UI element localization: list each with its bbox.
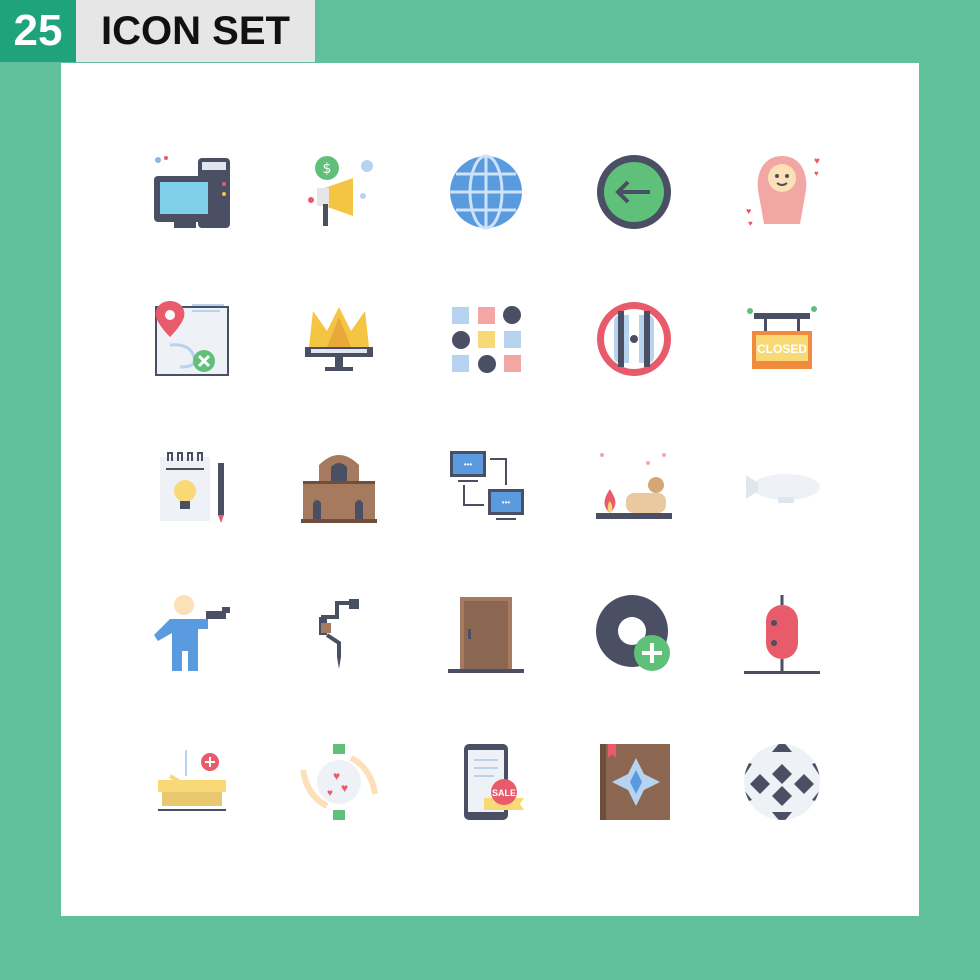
arrow-left-circle-icon	[592, 150, 676, 234]
football-ball-icon	[592, 297, 676, 381]
love-care-hands-icon: ♥ ♥ ♥	[297, 740, 381, 824]
svg-text:♥: ♥	[748, 219, 753, 228]
grid-layout-icon	[444, 297, 528, 381]
map-location-remove-icon	[150, 297, 234, 381]
hand-drill-icon	[297, 593, 381, 677]
page-title: ICON SET	[76, 0, 315, 62]
airship-icon	[740, 445, 824, 529]
svg-text:•••: •••	[502, 498, 511, 507]
computer-network-icon: ••• •••	[444, 445, 528, 529]
globe-icon	[444, 150, 528, 234]
marketing-megaphone-icon: $	[297, 150, 381, 234]
baby-icon: ♥ ♥ ♥ ♥	[740, 150, 824, 234]
closed-label: CLOSED	[757, 342, 807, 356]
svg-text:♥: ♥	[341, 781, 348, 795]
svg-text:♥: ♥	[814, 156, 820, 167]
hospital-bed-add-icon	[150, 740, 234, 824]
book-star-icon	[592, 740, 676, 824]
football-icon	[740, 740, 824, 824]
food-cooking-icon	[592, 445, 676, 529]
svg-text:♥: ♥	[327, 788, 333, 799]
closed-sign-icon: CLOSED	[740, 297, 824, 381]
door-icon	[444, 593, 528, 677]
mobile-sale-icon: SALE	[444, 740, 528, 824]
add-tyre-icon	[592, 593, 676, 677]
crown-monitor-icon	[297, 297, 381, 381]
cash-register-icon	[150, 150, 234, 234]
idea-notebook-icon	[150, 445, 234, 529]
sale-label: SALE	[492, 788, 516, 798]
count-badge: 25	[0, 0, 76, 62]
svg-text:♥: ♥	[746, 206, 751, 216]
man-pointing-icon	[150, 593, 234, 677]
svg-text:♥: ♥	[814, 169, 819, 178]
punching-bag-icon	[740, 593, 824, 677]
svg-text:•••: •••	[464, 460, 473, 469]
svg-text:♥: ♥	[333, 769, 340, 783]
building-icon	[297, 445, 381, 529]
svg-text:$: $	[323, 161, 332, 177]
